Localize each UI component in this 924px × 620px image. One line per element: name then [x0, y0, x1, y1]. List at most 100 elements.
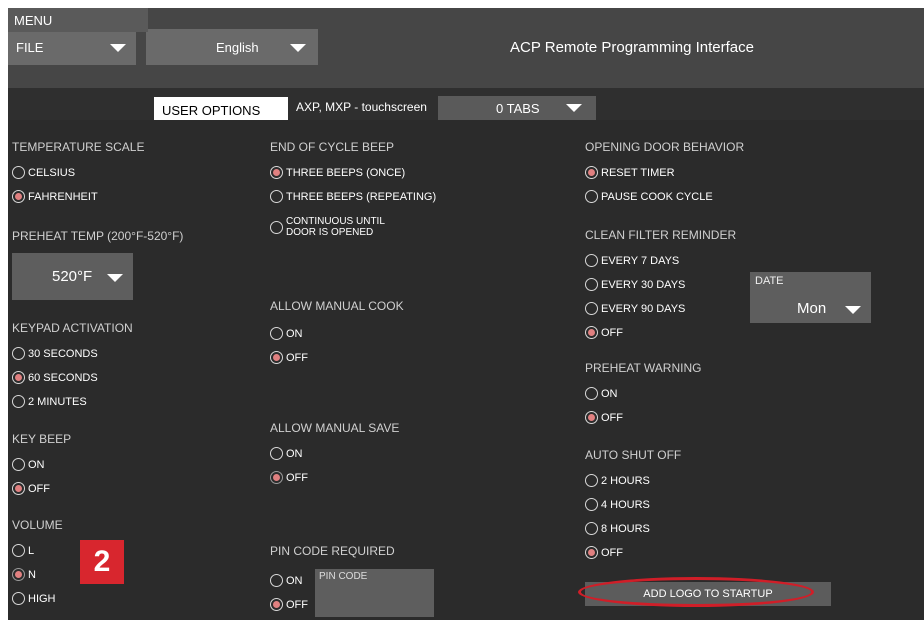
- opening-door-behavior-heading: OPENING DOOR BEHAVIOR: [585, 140, 745, 154]
- tabs-dropdown[interactable]: 0 TABS: [438, 96, 596, 120]
- radio-pause-cook-cycle[interactable]: PAUSE COOK CYCLE: [585, 190, 713, 203]
- radio-selected-icon: [270, 166, 283, 179]
- add-logo-to-startup-button[interactable]: ADD LOGO TO STARTUP: [585, 582, 831, 606]
- radio-preheat-warning-on[interactable]: ON: [585, 387, 618, 400]
- radio-label: ON: [286, 574, 303, 587]
- radio-circle-icon: [585, 387, 598, 400]
- radio-selected-icon: [12, 568, 25, 581]
- radio-manual-cook-on[interactable]: ON: [270, 327, 303, 340]
- pin-code-placeholder: PIN CODE: [319, 571, 368, 582]
- device-label: AXP, MXP - touchscreen: [296, 100, 427, 114]
- file-dropdown[interactable]: FILE: [8, 29, 136, 65]
- radio-circle-icon: [270, 190, 283, 203]
- tab-menu-label: MENU: [14, 12, 53, 28]
- radio-circle-icon: [12, 592, 25, 605]
- date-dropdown[interactable]: DATE Mon: [750, 272, 871, 323]
- chevron-down-icon: [845, 306, 861, 314]
- radio-manual-save-on[interactable]: ON: [270, 447, 303, 460]
- radio-circle-icon: [585, 278, 598, 291]
- step-badge-number: 2: [93, 545, 111, 578]
- preheat-temp-value: 520°F: [52, 268, 93, 285]
- radio-selected-icon: [270, 471, 283, 484]
- radio-60-seconds[interactable]: 60 SECONDS: [12, 371, 98, 384]
- radio-label: N: [28, 568, 36, 581]
- radio-auto-shut-off-off[interactable]: OFF: [585, 546, 623, 559]
- radio-key-beep-off[interactable]: OFF: [12, 482, 50, 495]
- radio-label: OFF: [601, 546, 623, 559]
- radio-every-30-days[interactable]: EVERY 30 DAYS: [585, 278, 685, 291]
- file-label: FILE: [16, 39, 44, 55]
- radio-circle-icon: [585, 254, 598, 267]
- radio-label: HIGH: [28, 592, 56, 605]
- language-label: English: [216, 39, 259, 55]
- tab-user-options-label: USER OPTIONS: [162, 102, 261, 118]
- radio-three-beeps-once[interactable]: THREE BEEPS (ONCE): [270, 166, 405, 179]
- allow-manual-save-heading: ALLOW MANUAL SAVE: [270, 421, 400, 435]
- volume-heading: VOLUME: [12, 518, 63, 532]
- radio-circle-icon: [270, 220, 283, 234]
- key-beep-heading: KEY BEEP: [12, 432, 72, 446]
- preheat-temp-dropdown[interactable]: 520°F: [12, 253, 133, 300]
- radio-label-line-2: DOOR IS OPENED: [286, 227, 374, 238]
- radio-reset-timer[interactable]: RESET TIMER: [585, 166, 675, 179]
- temperature-scale-heading: TEMPERATURE SCALE: [12, 140, 145, 154]
- radio-label: OFF: [286, 351, 308, 364]
- radio-filter-reminder-off[interactable]: OFF: [585, 326, 623, 339]
- radio-pin-code-off[interactable]: OFF: [270, 598, 308, 611]
- language-dropdown[interactable]: English: [146, 29, 318, 65]
- radio-label: RESET TIMER: [601, 166, 675, 179]
- radio-2-hours[interactable]: 2 HOURS: [585, 474, 650, 487]
- radio-selected-icon: [12, 190, 25, 203]
- radio-label: OFF: [28, 482, 50, 495]
- pin-code-field[interactable]: PIN CODE: [315, 569, 434, 617]
- preheat-warning-heading: PREHEAT WARNING: [585, 361, 702, 375]
- radio-label: THREE BEEPS (ONCE): [286, 166, 406, 179]
- radio-label: EVERY 7 DAYS: [601, 254, 680, 267]
- radio-key-beep-on[interactable]: ON: [12, 458, 45, 471]
- radio-4-hours[interactable]: 4 HOURS: [585, 498, 650, 511]
- date-label: DATE: [755, 275, 784, 287]
- radio-circle-icon: [12, 166, 25, 179]
- radio-circle-icon: [12, 458, 25, 471]
- radio-label-line-1: CONTINUOUS UNTIL: [286, 216, 385, 227]
- radio-label: 8 HOURS: [601, 522, 650, 535]
- radio-label: 60 SECONDS: [28, 371, 98, 384]
- radio-volume-low[interactable]: L: [12, 544, 34, 557]
- radio-preheat-warning-off[interactable]: OFF: [585, 411, 623, 424]
- radio-three-beeps-repeating[interactable]: THREE BEEPS (REPEATING): [270, 190, 436, 203]
- radio-fahrenheit[interactable]: FAHRENHEIT: [12, 190, 98, 203]
- radio-label: CELSIUS: [28, 166, 76, 179]
- radio-circle-icon: [270, 574, 283, 587]
- radio-8-hours[interactable]: 8 HOURS: [585, 522, 650, 535]
- radio-selected-icon: [585, 326, 598, 339]
- auto-shut-off-heading: AUTO SHUT OFF: [585, 448, 682, 462]
- radio-circle-icon: [270, 447, 283, 460]
- radio-selected-icon: [270, 351, 283, 364]
- radio-2-minutes[interactable]: 2 MINUTES: [12, 395, 87, 408]
- app-title: ACP Remote Programming Interface: [510, 39, 754, 56]
- radio-continuous-until-door-opened[interactable]: CONTINUOUS UNTIL DOOR IS OPENED: [270, 216, 385, 238]
- radio-celsius[interactable]: CELSIUS: [12, 166, 75, 179]
- tab-menu[interactable]: MENU: [8, 8, 148, 32]
- tabs-dropdown-label: 0 TABS: [496, 100, 540, 116]
- radio-label: OFF: [286, 598, 308, 611]
- radio-30-seconds[interactable]: 30 SECONDS: [12, 347, 98, 360]
- radio-label: ON: [286, 447, 303, 460]
- radio-selected-icon: [585, 166, 598, 179]
- radio-volume-high[interactable]: HIGH: [12, 592, 56, 605]
- radio-every-90-days[interactable]: EVERY 90 DAYS: [585, 302, 685, 315]
- radio-manual-save-off[interactable]: OFF: [270, 471, 308, 484]
- add-logo-button-label: ADD LOGO TO STARTUP: [643, 588, 773, 600]
- radio-selected-icon: [585, 411, 598, 424]
- radio-pin-code-on[interactable]: ON: [270, 574, 303, 587]
- radio-every-7-days[interactable]: EVERY 7 DAYS: [585, 254, 679, 267]
- radio-label: ON: [286, 327, 303, 340]
- radio-circle-icon: [12, 347, 25, 360]
- radio-selected-icon: [585, 546, 598, 559]
- pin-code-required-heading: PIN CODE REQUIRED: [270, 544, 395, 558]
- radio-circle-icon: [12, 395, 25, 408]
- chevron-down-icon: [290, 44, 306, 52]
- radio-volume-medium[interactable]: N: [12, 568, 36, 581]
- radio-manual-cook-off[interactable]: OFF: [270, 351, 308, 364]
- radio-label: 30 SECONDS: [28, 347, 98, 360]
